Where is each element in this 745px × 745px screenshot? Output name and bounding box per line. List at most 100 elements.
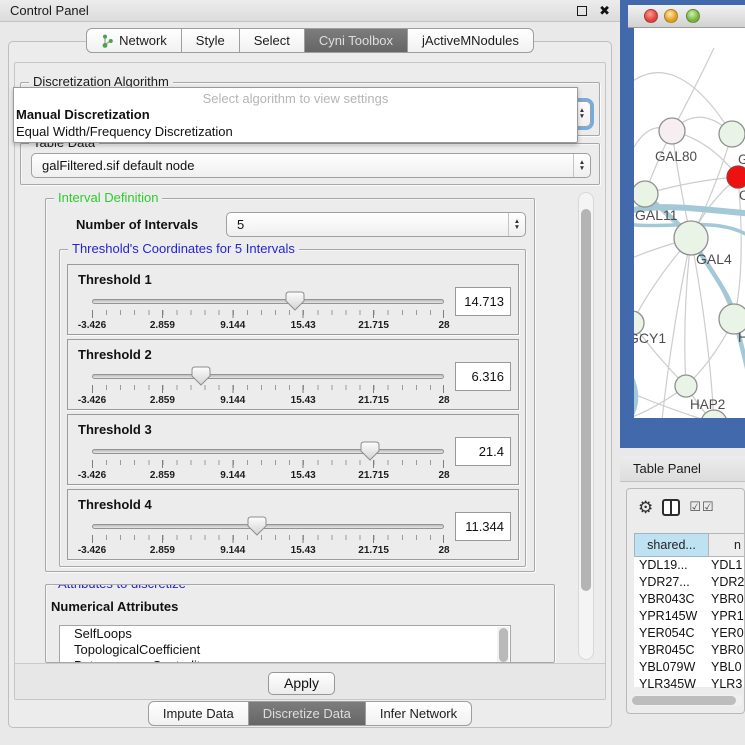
threshold-coordinates-group-label: Threshold's Coordinates for 5 Intervals [68,241,299,256]
slider-ticks-major [92,310,444,318]
tab-style[interactable]: Style [182,28,240,53]
cell-shared-name[interactable]: YBL079W [634,659,708,676]
cell-shared-name[interactable]: YDL19... [634,557,708,574]
list-scrollbar[interactable] [497,627,509,663]
tick-label: 2.859 [150,320,175,331]
node-partial-top[interactable] [719,121,745,147]
threshold-value-field[interactable]: 6.316 [455,362,511,391]
cell-shared-name[interactable]: YLR345W [634,676,708,693]
control-panel-tabs: Network Style Select Cyni Toolbox jActiv… [0,28,620,53]
slider-tick-labels: -3.426 2.859 9.144 15.43 21.715 28 [92,470,444,482]
float-window-icon[interactable] [577,6,587,16]
table-data-combobox[interactable]: galFiltered.sif default node ▲▼ [31,153,591,178]
gear-icon[interactable]: ⚙ [638,499,653,516]
apply-button[interactable]: Apply [268,672,335,695]
list-item[interactable]: SelfLoops [60,626,510,642]
cell-name[interactable]: YBR0 [708,642,745,659]
slider-track[interactable] [92,449,444,454]
apply-bar: Apply [15,663,605,699]
dropdown-option-manual[interactable]: Manual Discretization [14,106,577,123]
threshold-slider[interactable]: -3.426 2.859 9.144 15.43 21.715 28 [92,443,444,483]
threshold-slider[interactable]: -3.426 2.859 9.144 15.43 21.715 28 [92,518,444,558]
select-columns-icon[interactable]: ☑☑ [689,499,714,515]
slider-track[interactable] [92,524,444,529]
table-row[interactable]: YBL079WYBL0 [634,659,745,676]
tick-label: 21.715 [358,320,389,331]
slider-track[interactable] [92,374,444,379]
tick-label: 2.859 [150,545,175,556]
close-icon[interactable]: ✖ [599,3,610,19]
tab-cyni-toolbox[interactable]: Cyni Toolbox [305,28,408,53]
tick-label: 2.859 [150,395,175,406]
cell-shared-name[interactable]: YBR043C [634,591,708,608]
cell-name[interactable]: YPR1 [708,608,745,625]
minimize-traffic-light[interactable] [664,9,678,23]
table-panel-title: Table Panel [633,461,701,476]
dropdown-option-equal-width[interactable]: Equal Width/Frequency Discretization [14,123,577,140]
slider-thumb[interactable] [285,291,305,311]
cell-name[interactable]: YBR0 [708,591,745,608]
network-graph: GAL80 G C GAL11 GAL4 GCY1 H HAP2 [634,28,745,418]
cell-name[interactable]: YDL1 [708,557,745,574]
table-row[interactable]: YPR145WYPR1 [634,608,745,625]
list-scrollbar-thumb[interactable] [499,628,508,662]
tick-label: -3.426 [78,320,106,331]
threshold-value-field[interactable]: 21.4 [455,437,511,466]
tab-jactivemnodules[interactable]: jActiveMNodules [408,28,534,53]
threshold-slider[interactable]: -3.426 2.859 9.144 15.43 21.715 28 [92,293,444,333]
cell-shared-name[interactable]: YDR27... [634,574,708,591]
node-label-partial: G [738,152,745,167]
column-header-name[interactable]: n [708,533,745,557]
slider-thumb[interactable] [247,516,267,536]
table-row[interactable]: YER054CYER0 [634,625,745,642]
node-selected-red[interactable] [727,166,745,188]
threshold-slider[interactable]: -3.426 2.859 9.144 15.43 21.715 28 [92,368,444,408]
threshold-value-field[interactable]: 14.713 [455,287,511,316]
control-panel-titlebar: Control Panel ✖ [0,0,620,22]
node-gal4[interactable] [674,221,708,255]
network-window: GAL80 G C GAL11 GAL4 GCY1 H HAP2 [620,0,745,448]
node-label-gal4: GAL4 [696,251,732,267]
network-window-titlebar[interactable] [628,5,745,28]
tab-network[interactable]: Network [86,28,182,53]
table-row[interactable]: YDR27...YDR2 [634,574,745,591]
slider-thumb[interactable] [360,441,380,461]
network-canvas[interactable]: GAL80 G C GAL11 GAL4 GCY1 H HAP2 [634,28,745,418]
tick-label: 28 [438,470,449,481]
node-gal80[interactable] [659,118,685,144]
cell-name[interactable]: YDR2 [708,574,745,591]
cell-shared-name[interactable]: YBR045C [634,642,708,659]
panel-scrollbar[interactable] [578,192,594,660]
column-layout-icon[interactable] [662,499,680,516]
node-gal11[interactable] [634,181,658,207]
tab-discretize-data[interactable]: Discretize Data [249,701,366,726]
table-row[interactable]: YBR045CYBR0 [634,642,745,659]
table-scrollbar-thumb[interactable] [632,696,736,705]
cell-name[interactable]: YER0 [708,625,745,642]
cell-shared-name[interactable]: YER054C [634,625,708,642]
table-row[interactable]: YDL19...YDL1 [634,557,745,574]
zoom-traffic-light[interactable] [686,9,700,23]
slider-track[interactable] [92,299,444,304]
table-horizontal-scrollbar[interactable] [631,695,743,706]
tab-select[interactable]: Select [240,28,305,53]
panel-scrollbar-thumb[interactable] [581,209,591,591]
column-header-shared-name[interactable]: shared... [634,533,708,557]
close-traffic-light[interactable] [644,9,658,23]
cell-shared-name[interactable]: YPR145W [634,608,708,625]
tick-label: 9.144 [220,395,245,406]
cell-name[interactable]: YBL0 [708,659,745,676]
number-of-intervals-spinner[interactable]: 5 ▲▼ [226,212,526,237]
threshold-coordinates-group: Threshold's Coordinates for 5 Intervals … [59,249,526,567]
cell-name[interactable]: YLR3 [708,676,745,693]
node-hap2[interactable] [675,375,697,397]
tab-infer-network[interactable]: Infer Network [366,701,472,726]
threshold-value-field[interactable]: 11.344 [455,512,511,541]
interval-definition-group: Interval Definition Number of Intervals … [45,198,535,572]
table-row[interactable]: YLR345WYLR3 [634,676,745,693]
slider-thumb[interactable] [191,366,211,386]
attributes-group: Attributes to discretize Numerical Attri… [45,584,555,663]
tab-impute-data[interactable]: Impute Data [148,701,249,726]
table-row[interactable]: YBR043CYBR0 [634,591,745,608]
list-item[interactable]: TopologicalCoefficient [60,642,510,658]
